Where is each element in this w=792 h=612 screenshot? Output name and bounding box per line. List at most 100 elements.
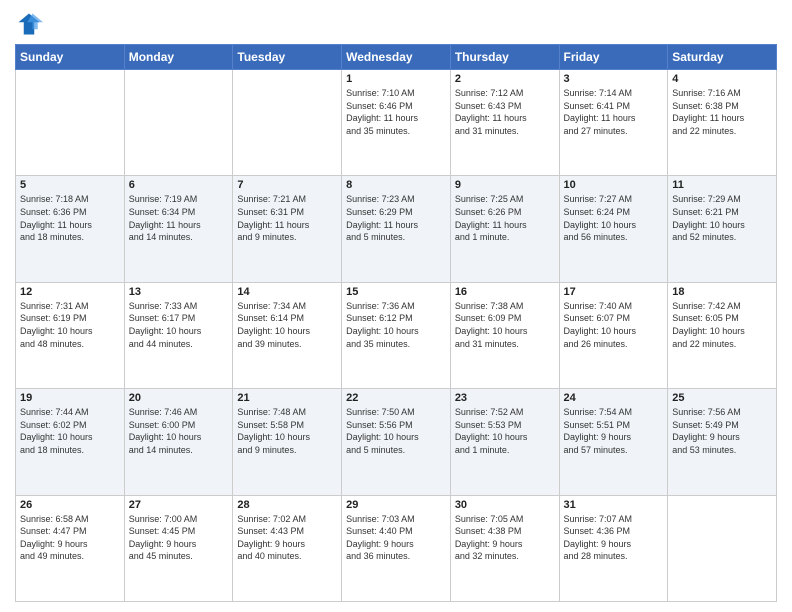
week-row-2: 5 Sunrise: 7:18 AM Sunset: 6:36 PM Daylig… — [16, 176, 777, 282]
page: SundayMondayTuesdayWednesdayThursdayFrid… — [0, 0, 792, 612]
day-cell: 27 Sunrise: 7:00 AM Sunset: 4:45 PM Dayli… — [124, 495, 233, 601]
day-info: Sunrise: 7:00 AM Sunset: 4:45 PM Dayligh… — [129, 513, 229, 563]
day-number: 23 — [455, 392, 555, 404]
day-info: Sunrise: 7:40 AM Sunset: 6:07 PM Dayligh… — [564, 300, 664, 350]
day-info: Sunrise: 7:38 AM Sunset: 6:09 PM Dayligh… — [455, 300, 555, 350]
day-cell: 24Sunrise: 7:54 AM Sunset: 5:51 PM Dayli… — [559, 389, 668, 495]
weekday-header-wednesday: Wednesday — [342, 45, 451, 70]
day-cell: 8 Sunrise: 7:23 AM Sunset: 6:29 PM Daylig… — [342, 176, 451, 282]
day-info: Sunrise: 7:44 AM Sunset: 6:02 PM Dayligh… — [20, 406, 120, 456]
day-info: Sunrise: 7:25 AM Sunset: 6:26 PM Dayligh… — [455, 193, 555, 243]
day-info: Sunrise: 7:18 AM Sunset: 6:36 PM Dayligh… — [20, 193, 120, 243]
day-cell: 4 Sunrise: 7:16 AM Sunset: 6:38 PM Daylig… — [668, 70, 777, 176]
day-number: 20 — [129, 392, 229, 404]
day-number: 8 — [346, 179, 446, 191]
day-cell: 22 Sunrise: 7:50 AM Sunset: 5:56 PM Dayli… — [342, 389, 451, 495]
day-cell: 30 Sunrise: 7:05 AM Sunset: 4:38 PM Dayli… — [450, 495, 559, 601]
day-cell: 15 Sunrise: 7:36 AM Sunset: 6:12 PM Dayli… — [342, 282, 451, 388]
day-number: 12 — [20, 286, 120, 298]
day-number: 18 — [672, 286, 772, 298]
day-number: 1 — [346, 73, 446, 85]
day-cell: 17Sunrise: 7:40 AM Sunset: 6:07 PM Dayli… — [559, 282, 668, 388]
day-cell: 28 Sunrise: 7:02 AM Sunset: 4:43 PM Dayli… — [233, 495, 342, 601]
day-info: Sunrise: 7:50 AM Sunset: 5:56 PM Dayligh… — [346, 406, 446, 456]
day-cell: 13 Sunrise: 7:33 AM Sunset: 6:17 PM Dayli… — [124, 282, 233, 388]
day-info: Sunrise: 6:58 AM Sunset: 4:47 PM Dayligh… — [20, 513, 120, 563]
day-cell: 12 Sunrise: 7:31 AM Sunset: 6:19 PM Dayli… — [16, 282, 125, 388]
day-number: 5 — [20, 179, 120, 191]
day-number: 3 — [564, 73, 664, 85]
day-info: Sunrise: 7:54 AM Sunset: 5:51 PM Dayligh… — [564, 406, 664, 456]
day-number: 19 — [20, 392, 120, 404]
weekday-header-monday: Monday — [124, 45, 233, 70]
day-info: Sunrise: 7:05 AM Sunset: 4:38 PM Dayligh… — [455, 513, 555, 563]
day-cell: 1 Sunrise: 7:10 AM Sunset: 6:46 PM Daylig… — [342, 70, 451, 176]
weekday-header-sunday: Sunday — [16, 45, 125, 70]
day-info: Sunrise: 7:10 AM Sunset: 6:46 PM Dayligh… — [346, 87, 446, 137]
week-row-4: 19 Sunrise: 7:44 AM Sunset: 6:02 PM Dayli… — [16, 389, 777, 495]
calendar-table: SundayMondayTuesdayWednesdayThursdayFrid… — [15, 44, 777, 602]
day-number: 26 — [20, 499, 120, 511]
day-cell: 5 Sunrise: 7:18 AM Sunset: 6:36 PM Daylig… — [16, 176, 125, 282]
day-cell: 9 Sunrise: 7:25 AM Sunset: 6:26 PM Daylig… — [450, 176, 559, 282]
day-cell: 16Sunrise: 7:38 AM Sunset: 6:09 PM Dayli… — [450, 282, 559, 388]
day-cell: 6Sunrise: 7:19 AM Sunset: 6:34 PM Daylig… — [124, 176, 233, 282]
week-row-1: 1 Sunrise: 7:10 AM Sunset: 6:46 PM Daylig… — [16, 70, 777, 176]
weekday-header-thursday: Thursday — [450, 45, 559, 70]
day-info: Sunrise: 7:02 AM Sunset: 4:43 PM Dayligh… — [237, 513, 337, 563]
day-number: 4 — [672, 73, 772, 85]
day-cell: 7 Sunrise: 7:21 AM Sunset: 6:31 PM Daylig… — [233, 176, 342, 282]
day-number: 31 — [564, 499, 664, 511]
day-cell: 20 Sunrise: 7:46 AM Sunset: 6:00 PM Dayli… — [124, 389, 233, 495]
day-info: Sunrise: 7:31 AM Sunset: 6:19 PM Dayligh… — [20, 300, 120, 350]
day-cell: 11 Sunrise: 7:29 AM Sunset: 6:21 PM Dayli… — [668, 176, 777, 282]
day-info: Sunrise: 7:19 AM Sunset: 6:34 PM Dayligh… — [129, 193, 229, 243]
day-number: 9 — [455, 179, 555, 191]
day-number: 15 — [346, 286, 446, 298]
day-cell: 3 Sunrise: 7:14 AM Sunset: 6:41 PM Daylig… — [559, 70, 668, 176]
day-cell — [668, 495, 777, 601]
weekday-header-row: SundayMondayTuesdayWednesdayThursdayFrid… — [16, 45, 777, 70]
day-number: 28 — [237, 499, 337, 511]
logo-icon — [15, 10, 43, 38]
day-info: Sunrise: 7:21 AM Sunset: 6:31 PM Dayligh… — [237, 193, 337, 243]
day-cell: 29Sunrise: 7:03 AM Sunset: 4:40 PM Dayli… — [342, 495, 451, 601]
day-info: Sunrise: 7:52 AM Sunset: 5:53 PM Dayligh… — [455, 406, 555, 456]
day-info: Sunrise: 7:07 AM Sunset: 4:36 PM Dayligh… — [564, 513, 664, 563]
weekday-header-tuesday: Tuesday — [233, 45, 342, 70]
day-info: Sunrise: 7:27 AM Sunset: 6:24 PM Dayligh… — [564, 193, 664, 243]
day-number: 22 — [346, 392, 446, 404]
day-cell — [124, 70, 233, 176]
day-cell: 23 Sunrise: 7:52 AM Sunset: 5:53 PM Dayli… — [450, 389, 559, 495]
day-number: 7 — [237, 179, 337, 191]
weekday-header-saturday: Saturday — [668, 45, 777, 70]
day-cell: 18Sunrise: 7:42 AM Sunset: 6:05 PM Dayli… — [668, 282, 777, 388]
day-number: 11 — [672, 179, 772, 191]
day-cell: 21Sunrise: 7:48 AM Sunset: 5:58 PM Dayli… — [233, 389, 342, 495]
day-info: Sunrise: 7:48 AM Sunset: 5:58 PM Dayligh… — [237, 406, 337, 456]
day-cell: 14Sunrise: 7:34 AM Sunset: 6:14 PM Dayli… — [233, 282, 342, 388]
day-number: 30 — [455, 499, 555, 511]
day-number: 2 — [455, 73, 555, 85]
header — [15, 10, 777, 38]
day-info: Sunrise: 7:14 AM Sunset: 6:41 PM Dayligh… — [564, 87, 664, 137]
day-info: Sunrise: 7:56 AM Sunset: 5:49 PM Dayligh… — [672, 406, 772, 456]
day-info: Sunrise: 7:33 AM Sunset: 6:17 PM Dayligh… — [129, 300, 229, 350]
day-number: 27 — [129, 499, 229, 511]
day-number: 13 — [129, 286, 229, 298]
day-cell: 31 Sunrise: 7:07 AM Sunset: 4:36 PM Dayli… — [559, 495, 668, 601]
day-number: 14 — [237, 286, 337, 298]
day-info: Sunrise: 7:36 AM Sunset: 6:12 PM Dayligh… — [346, 300, 446, 350]
week-row-3: 12 Sunrise: 7:31 AM Sunset: 6:19 PM Dayli… — [16, 282, 777, 388]
day-cell: 10Sunrise: 7:27 AM Sunset: 6:24 PM Dayli… — [559, 176, 668, 282]
week-row-5: 26 Sunrise: 6:58 AM Sunset: 4:47 PM Dayli… — [16, 495, 777, 601]
day-info: Sunrise: 7:29 AM Sunset: 6:21 PM Dayligh… — [672, 193, 772, 243]
day-info: Sunrise: 7:23 AM Sunset: 6:29 PM Dayligh… — [346, 193, 446, 243]
day-info: Sunrise: 7:46 AM Sunset: 6:00 PM Dayligh… — [129, 406, 229, 456]
day-cell — [233, 70, 342, 176]
day-cell: 26 Sunrise: 6:58 AM Sunset: 4:47 PM Dayli… — [16, 495, 125, 601]
day-cell — [16, 70, 125, 176]
day-info: Sunrise: 7:16 AM Sunset: 6:38 PM Dayligh… — [672, 87, 772, 137]
day-info: Sunrise: 7:12 AM Sunset: 6:43 PM Dayligh… — [455, 87, 555, 137]
weekday-header-friday: Friday — [559, 45, 668, 70]
